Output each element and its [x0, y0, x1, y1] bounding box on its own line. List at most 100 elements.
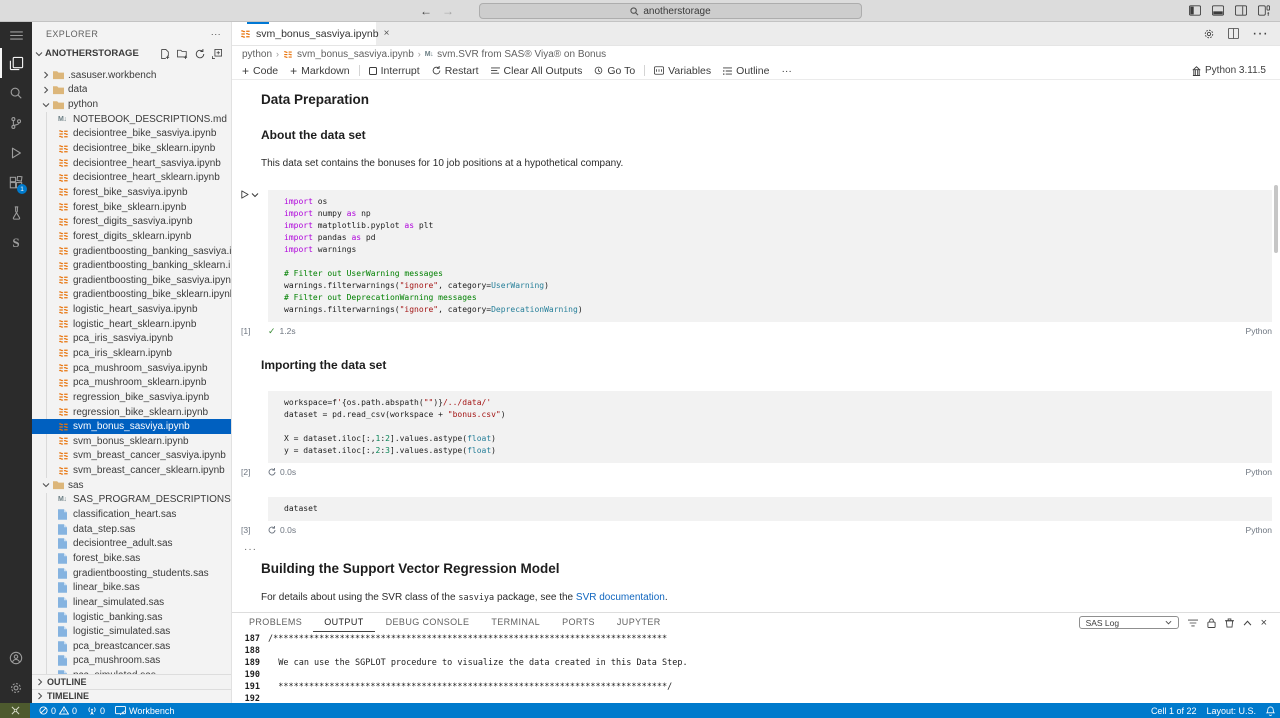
customize-layout-icon[interactable]	[1258, 5, 1270, 16]
markdown-heading[interactable]: Data Preparation	[261, 92, 1280, 108]
tree-item[interactable]: gradientboosting_students.sas	[32, 566, 231, 581]
sidebar-item-extensions[interactable]: 1	[0, 168, 32, 198]
tree-item[interactable]: data	[32, 83, 231, 98]
collapse-all-icon[interactable]	[212, 49, 222, 59]
clear-output-icon[interactable]	[1225, 618, 1234, 628]
filter-icon[interactable]	[1188, 619, 1198, 627]
tree-item[interactable]: pca_iris_sasviya.ipynb	[32, 332, 231, 347]
nav-forward-icon[interactable]: →	[442, 3, 454, 19]
variables-button[interactable]: Variables	[648, 65, 717, 77]
sidebar-item-testing[interactable]	[0, 198, 32, 228]
editor-settings-gear-icon[interactable]	[1203, 28, 1215, 40]
markdown-heading[interactable]: About the data set	[261, 128, 1280, 143]
cell-language[interactable]: Python	[1246, 467, 1272, 477]
tree-item[interactable]: decisiontree_bike_sklearn.ipynb	[32, 141, 231, 156]
remote-indicator[interactable]	[0, 703, 30, 718]
tree-item[interactable]: decisiontree_adult.sas	[32, 537, 231, 552]
cell-position-status[interactable]: Cell 1 of 22	[1146, 706, 1202, 716]
tree-item[interactable]: regression_bike_sklearn.ipynb	[32, 405, 231, 420]
panel-tab-output[interactable]: OUTPUT	[313, 613, 374, 632]
panel-tab-terminal[interactable]: TERMINAL	[480, 613, 551, 632]
sidebar-item-search[interactable]	[0, 78, 32, 108]
code-cell[interactable]: import osimport numpy as npimport matplo…	[268, 190, 1272, 322]
split-editor-icon[interactable]	[1228, 28, 1239, 39]
notifications-bell[interactable]	[1261, 706, 1280, 716]
tree-item[interactable]: svm_bonus_sasviya.ipynb	[32, 419, 231, 434]
tree-item[interactable]: regression_bike_sasviya.ipynb	[32, 390, 231, 405]
editor-more-icon[interactable]: ···	[1252, 25, 1268, 43]
toggle-panel-icon[interactable]	[1212, 5, 1224, 16]
markdown-paragraph[interactable]: For details about using the SVR class of…	[261, 591, 1280, 605]
tree-item[interactable]: logistic_heart_sasviya.ipynb	[32, 302, 231, 317]
tree-item[interactable]: forest_digits_sklearn.ipynb	[32, 229, 231, 244]
panel-tab-debug-console[interactable]: DEBUG CONSOLE	[375, 613, 481, 632]
new-file-icon[interactable]	[160, 49, 170, 59]
cell-language[interactable]: Python	[1246, 326, 1272, 336]
problems-status[interactable]: 0 0	[34, 703, 82, 718]
lock-icon[interactable]	[1207, 618, 1216, 628]
tab-svm-bonus-sasviya[interactable]: svm_bonus_sasviya.ipynb ×	[232, 22, 376, 45]
markdown-paragraph[interactable]: This data set contains the bonuses for 1…	[261, 157, 1280, 170]
tree-item[interactable]: pca_iris_sklearn.ipynb	[32, 346, 231, 361]
tree-item[interactable]: .sasuser.workbench	[32, 68, 231, 83]
output-channel-select[interactable]: SAS Log	[1079, 616, 1179, 629]
code-cell[interactable]: workspace=f'{os.path.abspath("")}/../dat…	[268, 391, 1272, 463]
tree-item[interactable]: decisiontree_heart_sasviya.ipynb	[32, 156, 231, 171]
tree-item[interactable]: M↓NOTEBOOK_DESCRIPTIONS.md	[32, 112, 231, 127]
layout-status[interactable]: Layout: U.S.	[1201, 706, 1261, 716]
breadcrumb-heading[interactable]: svm.SVR from SAS® Viya® on Bonus	[437, 49, 606, 60]
cell-language[interactable]: Python	[1246, 525, 1272, 535]
tree-item[interactable]: linear_simulated.sas	[32, 595, 231, 610]
refresh-icon[interactable]	[195, 49, 205, 59]
toggle-sidebar-icon[interactable]	[1189, 5, 1201, 16]
editor-scrollbar[interactable]	[1274, 185, 1278, 253]
tree-item[interactable]: svm_breast_cancer_sklearn.ipynb	[32, 463, 231, 478]
goto-button[interactable]: Go To	[588, 65, 641, 77]
breadcrumb-python[interactable]: python	[242, 49, 272, 60]
tree-item[interactable]: svm_breast_cancer_sasviya.ipynb	[32, 449, 231, 464]
collapsed-cell-indicator[interactable]: ···	[244, 545, 1280, 555]
tree-item[interactable]: pca_breastcancer.sas	[32, 639, 231, 654]
tree-item[interactable]: svm_bonus_sklearn.ipynb	[32, 434, 231, 449]
sidebar-item-source-control[interactable]	[0, 108, 32, 138]
panel-tab-problems[interactable]: PROBLEMS	[238, 613, 313, 632]
tree-item[interactable]: data_step.sas	[32, 522, 231, 537]
tree-item[interactable]: pca_mushroom_sklearn.ipynb	[32, 375, 231, 390]
tree-item[interactable]: logistic_heart_sklearn.ipynb	[32, 317, 231, 332]
ports-status[interactable]: 0	[82, 703, 110, 718]
tree-item[interactable]: decisiontree_heart_sklearn.ipynb	[32, 170, 231, 185]
explorer-more-icon[interactable]: ···	[211, 29, 221, 39]
run-cell-button[interactable]	[240, 190, 259, 199]
workspace-root[interactable]: ANOTHERSTORAGE	[32, 46, 231, 61]
breadcrumb-file[interactable]: svm_bonus_sasviya.ipynb	[297, 49, 414, 60]
panel-tab-jupyter[interactable]: JUPYTER	[606, 613, 672, 632]
outline-button[interactable]: Outline	[717, 65, 775, 77]
timeline-section[interactable]: TIMELINE	[32, 689, 231, 704]
command-center-search[interactable]: anotherstorage	[479, 3, 862, 19]
toggle-secondary-sidebar-icon[interactable]	[1235, 5, 1247, 16]
interrupt-button[interactable]: Interrupt	[363, 65, 426, 77]
tree-item[interactable]: M↓SAS_PROGRAM_DESCRIPTIONS.md	[32, 493, 231, 508]
code-editor[interactable]: workspace=f'{os.path.abspath("")}/../dat…	[268, 391, 1272, 463]
tree-item[interactable]: gradientboosting_banking_sklearn.ip...	[32, 258, 231, 273]
tree-item[interactable]: linear_bike.sas	[32, 580, 231, 595]
account-icon[interactable]	[0, 643, 32, 673]
sidebar-item-explorer[interactable]	[0, 48, 32, 78]
tree-item[interactable]: gradientboosting_bike_sklearn.ipynb	[32, 288, 231, 303]
tree-item[interactable]: forest_digits_sasviya.ipynb	[32, 214, 231, 229]
menu-icon[interactable]	[0, 22, 32, 48]
sidebar-item-run-debug[interactable]	[0, 138, 32, 168]
tree-item[interactable]: sas	[32, 478, 231, 493]
close-panel-icon[interactable]: ×	[1261, 618, 1267, 628]
markdown-heading[interactable]: Building the Support Vector Regression M…	[261, 561, 1280, 577]
restart-button[interactable]: Restart	[426, 65, 485, 77]
tree-item[interactable]: gradientboosting_bike_sasviya.ipynb	[32, 273, 231, 288]
new-folder-icon[interactable]	[177, 49, 188, 59]
nav-back-icon[interactable]: ←	[420, 3, 432, 19]
markdown-heading[interactable]: Importing the data set	[261, 358, 1280, 373]
clear-all-outputs-button[interactable]: Clear All Outputs	[485, 65, 589, 77]
tree-item[interactable]: python	[32, 97, 231, 112]
tree-item[interactable]: logistic_banking.sas	[32, 610, 231, 625]
outline-section[interactable]: OUTLINE	[32, 674, 231, 689]
tree-item[interactable]: gradientboosting_banking_sasviya.i...	[32, 244, 231, 259]
